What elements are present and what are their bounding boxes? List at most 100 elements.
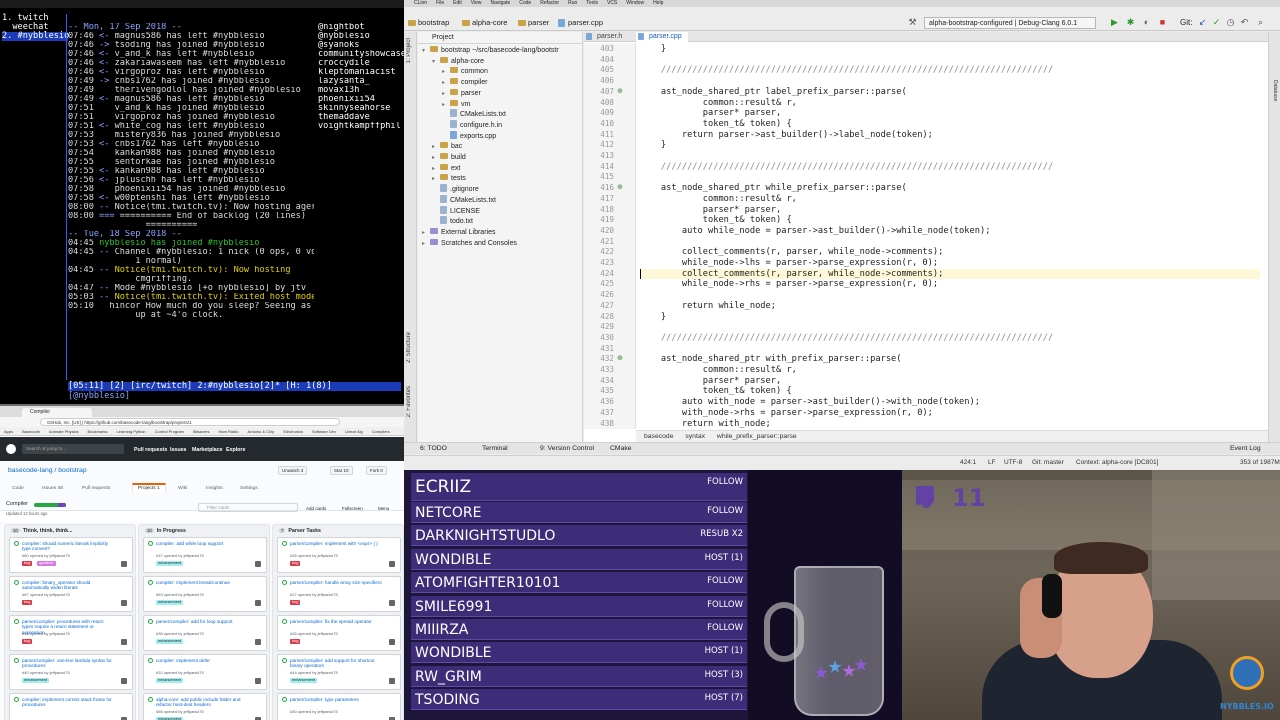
project-card[interactable]: parser/compiler: fix the spread operator… [277,615,401,651]
project-card[interactable]: parser/compiler: add for loop support #36… [143,615,267,651]
repo-tab-insights[interactable]: Insights [206,486,223,491]
stop-icon[interactable]: ■ [1158,18,1167,27]
bookmark-item[interactable]: Control Program [155,429,184,434]
nick-item[interactable]: croccydile [318,59,404,68]
repo-tab-pull-requests[interactable]: Pull requests [82,486,110,491]
nick-item[interactable]: communityshowcase [318,50,404,59]
project-card[interactable]: compiler: implement break/continue #53 op… [143,576,267,612]
issue-label[interactable]: enhancement [156,561,184,566]
breadcrumb-item[interactable]: bootstrap [406,17,453,29]
tree-node[interactable]: exports.cpp [442,130,496,142]
tool-tab-project[interactable]: 1: Project [406,38,412,63]
breadcrumb-item[interactable]: parser [516,17,553,29]
tree-node[interactable]: ▸ bac [432,141,462,152]
search-icon[interactable]: ⌕ [1256,18,1265,27]
fork-button[interactable]: Fork 0 [366,466,387,475]
nick-item[interactable]: @nybblesio [318,32,404,41]
assignee-avatar[interactable] [121,561,127,567]
menu-item[interactable]: Code [519,0,531,6]
tree-node[interactable]: .gitignore [432,184,479,195]
card-title[interactable]: compiler: binary_operator should automat… [22,580,114,591]
tool-tab-terminal[interactable]: Terminal [482,443,508,455]
assignee-avatar[interactable] [255,678,261,684]
override-marker-icon[interactable]: ⊕ [617,87,623,95]
project-card[interactable]: compiler: should numeric literals implic… [9,537,133,573]
breadcrumb-item[interactable]: alpha-core [460,17,511,29]
resolve-context[interactable]: Context: alpha-core [DC801] [1076,456,1158,469]
unwatch-button[interactable]: Unwatch 3 [278,466,308,475]
tool-tab-favorites[interactable]: 2: Favorites [406,386,412,417]
code-area[interactable]: } //////////////////////////////////////… [640,43,1260,429]
nick-item[interactable]: skinnyseahorse [318,104,404,113]
bookmark-item[interactable]: Bitsavers [193,429,209,434]
tree-node[interactable]: configure.h.in [442,119,502,131]
tree-node[interactable]: ▸ vm [442,99,470,110]
input-line[interactable]: [@nybblesio] [68,392,401,401]
tree-node[interactable]: ▸ build [432,152,466,163]
tree-node[interactable]: ▸ External Libraries [422,227,495,238]
bookmark-item[interactable]: Learning Python [117,429,146,434]
menu-button[interactable]: Menu [378,506,389,511]
assignee-avatar[interactable] [389,678,395,684]
tool-tab-structure[interactable]: 2: Structure [406,332,412,363]
editor-tab[interactable]: parser.h [584,32,628,42]
bookmark-item[interactable]: Compilers [372,429,390,434]
bookmark-item[interactable]: Electronics [283,429,303,434]
nav-marketplace[interactable]: Marketplace [192,447,223,453]
assignee-avatar[interactable] [255,561,261,567]
assignee-avatar[interactable] [389,600,395,606]
project-card[interactable]: compiler: implement correct stack frame … [9,693,133,720]
bookmark-item[interactable]: Animate Physics [49,429,79,434]
run-icon[interactable]: ▶ [1110,18,1119,27]
bookmark-item[interactable]: Software Dev [312,429,336,434]
card-title[interactable]: compiler: should numeric literals implic… [22,541,114,552]
line-endings[interactable]: LF [988,456,996,469]
menu-item[interactable]: Edit [453,0,462,6]
address-bar[interactable]: GitHub, Inc. [US] | https://github.com/b… [40,418,340,426]
nick-item[interactable]: kleptomaniacist [318,68,404,77]
project-card[interactable]: compiler: binary_operator should automat… [9,576,133,612]
issue-label[interactable]: bug [290,600,301,605]
issue-label[interactable]: enhancement [22,678,50,683]
issue-label[interactable]: enhancement [290,678,318,683]
card-title[interactable]: compiler: implement correct stack frame … [22,697,114,708]
buffer-item-active[interactable]: 2. #nybblesio [2,32,69,41]
issue-label[interactable]: bug [22,561,33,566]
build-hammer-icon[interactable]: ⚒ [908,18,917,27]
bookmark-item[interactable]: Basecode [22,429,40,434]
tree-node[interactable]: ▾ bootstrap ~/src/basecode-lang/bootstr [422,45,559,56]
nick-item[interactable]: voightkampffphil [318,122,404,131]
card-title[interactable]: parser/compiler: fix the spread operator [290,619,382,624]
assignee-avatar[interactable] [255,600,261,606]
override-marker-icon[interactable]: ⊕ [617,354,623,362]
override-marker-icon[interactable]: ⊕ [617,183,623,191]
vcs-history-icon[interactable]: ◷ [1226,18,1235,27]
tree-node[interactable]: todo.txt [432,216,473,227]
card-title[interactable]: parser/compiler: one-line lambda syntax … [22,658,114,669]
assignee-avatar[interactable] [389,561,395,567]
project-card[interactable]: parser/compiler: handle array size speci… [277,576,401,612]
tree-node[interactable]: ▸ Scratches and Consoles [422,238,517,249]
tree-node[interactable]: CMakeLists.txt [432,194,496,206]
assignee-avatar[interactable] [121,600,127,606]
bookmark-item[interactable]: Linear Alg [345,429,363,434]
run-configuration-select[interactable]: alpha-bootstrap-configured | Debug-Clang… [924,17,1096,29]
issue-label[interactable]: bug [290,561,301,566]
project-card[interactable]: alpha-core: add public include folder an… [143,693,267,720]
issue-label[interactable]: bug [22,600,33,605]
menu-item[interactable]: Tools [586,0,598,6]
project-panel-header[interactable]: Project [418,32,583,44]
menu-item[interactable]: View [471,0,482,6]
issue-label[interactable]: question [37,561,56,566]
tool-tab-todo[interactable]: 6: TODO [420,443,447,455]
bookmark-item[interactable]: Ham Radio [218,429,238,434]
card-title[interactable]: parser/compiler: add for loop support [156,619,248,624]
tool-tab-version-control[interactable]: 9: Version Control [540,443,594,455]
card-title[interactable]: parser/compiler: implement with <expr> {… [290,541,382,546]
browser-tab[interactable]: Compiler [22,408,92,417]
assignee-avatar[interactable] [255,639,261,645]
repo-tab-code[interactable]: Code [12,486,24,491]
breadcrumb-item[interactable]: syntax [685,433,705,440]
debug-icon[interactable]: ✱ [1126,18,1135,27]
tree-node[interactable]: ▸ parser [442,88,481,99]
